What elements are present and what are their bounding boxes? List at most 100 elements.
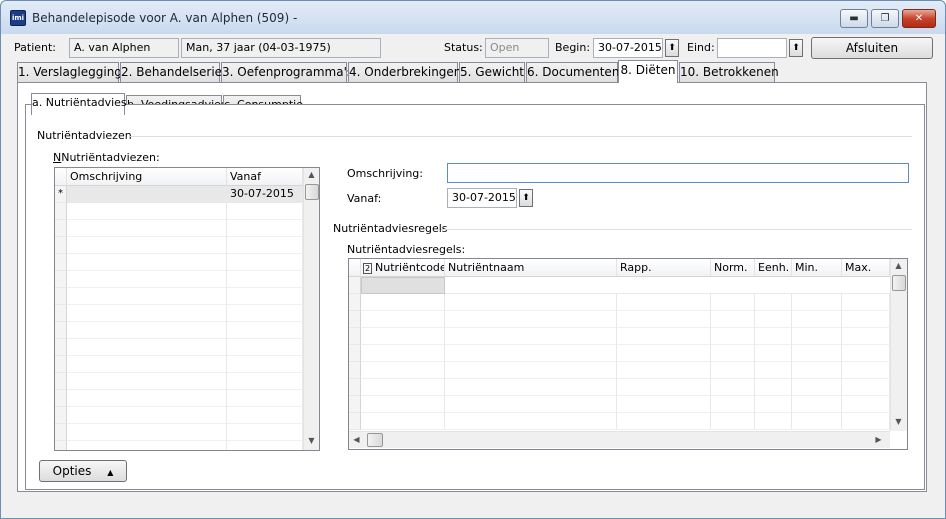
empty-cell — [711, 328, 755, 345]
begin-date-field[interactable]: 30-07-2015 — [593, 38, 663, 58]
empty-cell — [617, 294, 711, 311]
empty-cell — [227, 305, 303, 322]
column-header-nutrientnaam[interactable]: Nutriëntnaam — [445, 259, 617, 277]
empty-cell — [711, 379, 755, 396]
patient-name-field: A. van Alphen — [69, 38, 179, 58]
regels-grid-horizontal-scrollbar[interactable]: ◀ ▶ — [349, 431, 890, 448]
empty-cell — [361, 294, 445, 311]
tab-documenten[interactable]: 6. Documenten — [526, 62, 619, 82]
begin-label: Begin: — [555, 41, 591, 54]
empty-cell — [617, 328, 711, 345]
empty-cell — [792, 345, 842, 362]
row-header — [55, 390, 67, 407]
regels-group-divider — [441, 229, 912, 230]
scroll-left-arrow-icon[interactable]: ◀ — [349, 435, 364, 444]
table-row[interactable]: 30-07-2015 — [67, 186, 303, 203]
empty-cell — [755, 294, 792, 311]
column-header-vanaf[interactable]: Vanaf — [227, 168, 303, 186]
subtab-nutrientadvies[interactable]: a. Nutriëntadvies — [31, 93, 127, 115]
empty-cell — [227, 203, 303, 220]
empty-cell — [755, 362, 792, 379]
empty-cell — [617, 413, 711, 430]
empty-cell — [361, 396, 445, 413]
main-window: imi Behandelepisode voor A. van Alphen (… — [0, 0, 946, 519]
vanaf-date-field[interactable]: 30-07-2015 — [447, 188, 517, 208]
scroll-thumb[interactable] — [892, 275, 906, 291]
new-row-marker — [349, 277, 361, 294]
empty-cell — [67, 322, 227, 339]
column-header-nutrientcode-text: Nutriëntcode — [375, 261, 445, 274]
patient-label: Patient: — [14, 41, 57, 54]
title-bar[interactable]: imi Behandelepisode voor A. van Alphen (… — [1, 1, 945, 34]
tab-betrokkenen[interactable]: 10. Betrokkenen — [679, 62, 779, 82]
nutrientadviezen-grid[interactable]: Omschrijving Vanaf * 30-07-2015 ▲ ▼ — [54, 167, 320, 451]
column-header-norm[interactable]: Norm. — [711, 259, 755, 277]
row-header — [349, 311, 361, 328]
scroll-thumb[interactable] — [305, 184, 319, 200]
tab-oefenprogrammas[interactable]: 3. Oefenprogramma's — [221, 62, 353, 82]
afsluiten-button[interactable]: Afsluiten — [811, 37, 933, 59]
grid-corner — [55, 168, 67, 186]
empty-cell — [755, 311, 792, 328]
eind-date-field[interactable] — [717, 38, 787, 58]
vanaf-date-picker-button[interactable]: ⬆ — [519, 189, 533, 207]
empty-cell — [227, 407, 303, 424]
scroll-right-arrow-icon[interactable]: ▶ — [871, 435, 886, 444]
column-header-eenh[interactable]: Eenh. — [755, 259, 792, 277]
scroll-down-arrow-icon[interactable]: ▼ — [304, 436, 319, 445]
empty-cell — [227, 424, 303, 441]
omschrijving-input[interactable] — [447, 163, 909, 183]
column-header-rapp[interactable]: Rapp. — [617, 259, 711, 277]
scroll-down-arrow-icon[interactable]: ▼ — [891, 417, 906, 426]
row-header — [349, 396, 361, 413]
tab-behandelseries[interactable]: 2. Behandelseries — [120, 62, 228, 82]
empty-cell — [792, 396, 842, 413]
empty-cell — [67, 339, 227, 356]
begin-date-picker-button[interactable]: ⬆ — [665, 39, 679, 57]
empty-cell — [711, 362, 755, 379]
regels-grid-vertical-scrollbar[interactable]: ▲ ▼ — [890, 259, 907, 431]
empty-cell — [361, 328, 445, 345]
scroll-up-arrow-icon[interactable]: ▲ — [891, 261, 906, 270]
left-grid-vertical-scrollbar[interactable]: ▲ ▼ — [303, 168, 319, 450]
scroll-up-arrow-icon[interactable]: ▲ — [304, 170, 319, 179]
tab-verslaglegging[interactable]: 1. Verslaglegging — [17, 62, 122, 82]
opties-button[interactable]: Opties ▲ — [39, 460, 127, 482]
eind-date-picker-button[interactable]: ⬆ — [789, 39, 803, 57]
empty-cell — [755, 328, 792, 345]
empty-cell — [361, 362, 445, 379]
tab-gewicht[interactable]: 5. Gewicht — [459, 62, 525, 82]
empty-cell — [67, 203, 227, 220]
empty-cell — [755, 396, 792, 413]
row-header — [349, 379, 361, 396]
table-row[interactable] — [361, 277, 890, 294]
empty-cell — [227, 322, 303, 339]
horizontal-scroll-thumb[interactable] — [367, 433, 383, 447]
vanaf-label: Vanaf: — [347, 192, 382, 205]
row-header — [55, 339, 67, 356]
column-header-omschrijving[interactable]: Omschrijving — [67, 168, 227, 186]
cell-omschrijving[interactable] — [67, 186, 227, 203]
column-header-min[interactable]: Min. — [792, 259, 842, 277]
empty-cell — [227, 220, 303, 237]
maximize-button[interactable]: ❐ — [871, 9, 899, 28]
cell-vanaf[interactable]: 30-07-2015 — [227, 186, 303, 203]
minimize-button[interactable]: ▬ — [840, 9, 868, 28]
close-button[interactable]: ✕ — [902, 9, 936, 28]
empty-cell — [711, 311, 755, 328]
patient-info-field: Man, 37 jaar (04-03-1975) — [181, 38, 381, 58]
regels-grid[interactable]: 2 Nutriëntcode Nutriëntnaam Rapp. Norm. E… — [348, 258, 908, 450]
column-header-max[interactable]: Max. — [842, 259, 890, 277]
new-row-marker: * — [55, 186, 67, 203]
tab-dieten[interactable]: 8. Diëten — [618, 60, 678, 83]
column-header-nutrientcode[interactable]: 2 Nutriëntcode — [361, 259, 445, 277]
empty-cell — [445, 345, 617, 362]
empty-cell — [842, 396, 890, 413]
empty-cell — [842, 294, 890, 311]
cell-nutrientcode-editor[interactable] — [361, 277, 445, 294]
empty-cell — [755, 379, 792, 396]
empty-cell — [755, 413, 792, 430]
tab-onderbrekingen[interactable]: 4. Onderbrekingen — [348, 62, 461, 82]
empty-cell — [67, 237, 227, 254]
empty-cell — [792, 311, 842, 328]
